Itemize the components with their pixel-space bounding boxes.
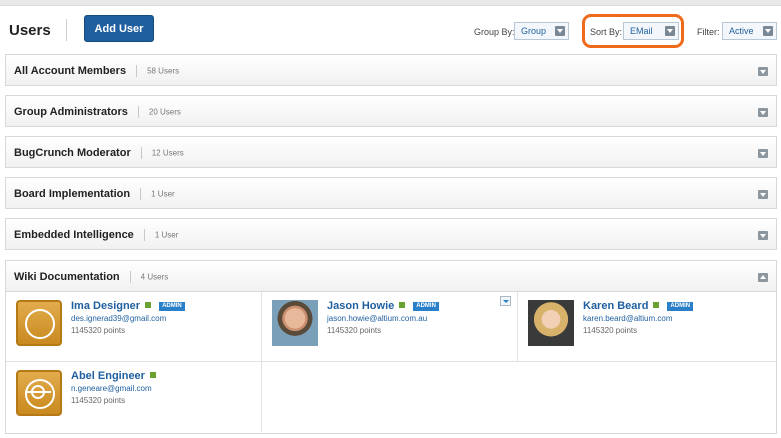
filter-label: Filter: (697, 27, 720, 37)
member-email[interactable]: jason.howie@altium.com.au (327, 314, 427, 323)
group-name: Embedded Intelligence (14, 229, 134, 241)
expand-icon[interactable] (758, 67, 768, 76)
group-divider (143, 229, 145, 242)
member-email[interactable]: karen.beard@altium.com (583, 314, 673, 323)
member-email[interactable]: des.ignerad39@gmail.com (71, 314, 166, 323)
group-count: 1 User (151, 189, 175, 199)
expand-icon[interactable] (758, 149, 768, 158)
filter-value: Active (729, 26, 754, 36)
group-divider (137, 106, 139, 119)
group-count: 1 User (154, 230, 179, 240)
sort-by-highlight (582, 14, 684, 48)
group-logo-icon (25, 379, 55, 409)
admin-badge: ADMIN (413, 302, 439, 311)
member-name[interactable]: Abel Engineer (71, 370, 145, 382)
group-row[interactable]: BugCrunch Moderator 12 Users (5, 136, 777, 168)
member-points: 1145320 points (71, 326, 126, 335)
page-header: Users Add User Group By: Group Sort By: … (0, 6, 781, 50)
member-card[interactable]: Karen Beard ADMIN karen.beard@altium.com … (518, 292, 776, 362)
group-count: 58 Users (147, 66, 180, 76)
expand-icon[interactable] (758, 190, 768, 199)
group-count: 12 Users (151, 148, 184, 158)
group-row-expanded[interactable]: Wiki Documentation 4 Users (5, 260, 777, 292)
group-divider (140, 147, 142, 160)
group-row[interactable]: All Account Members 58 Users (5, 54, 777, 86)
member-name[interactable]: Ima Designer (71, 300, 140, 312)
member-points: 1145320 points (327, 326, 382, 335)
group-logo-icon (25, 309, 55, 339)
group-divider (136, 65, 138, 78)
group-by-value: Group (521, 26, 547, 36)
admin-badge: ADMIN (667, 302, 694, 311)
avatar[interactable] (16, 300, 62, 346)
online-status-icon (653, 302, 660, 308)
member-card[interactable]: Jason Howie ADMIN jason.howie@altium.com.… (262, 292, 518, 362)
member-card[interactable]: Ima Designer ADMIN des.ignerad39@gmail.co… (6, 292, 262, 362)
group-divider (140, 188, 142, 201)
online-status-icon (399, 302, 406, 308)
member-points: 1145320 points (71, 396, 126, 405)
chevron-down-icon (763, 26, 773, 36)
member-name[interactable]: Jason Howie (327, 300, 394, 312)
group-name: Group Administrators (14, 106, 128, 118)
group-name: Board Implementation (14, 188, 131, 200)
title-divider (66, 19, 67, 41)
avatar[interactable] (272, 300, 318, 346)
avatar[interactable] (528, 300, 574, 346)
group-name: All Account Members (14, 65, 127, 77)
chevron-down-icon (555, 26, 565, 36)
group-name: BugCrunch Moderator (14, 147, 131, 159)
group-row[interactable]: Board Implementation 1 User (5, 177, 777, 209)
admin-badge: ADMIN (159, 302, 185, 311)
group-name: Wiki Documentation (14, 271, 120, 283)
group-row[interactable]: Group Administrators 20 Users (5, 95, 777, 127)
group-count: 4 Users (140, 272, 169, 282)
online-status-icon (145, 302, 152, 308)
member-points: 1145320 points (583, 326, 638, 335)
group-row[interactable]: Embedded Intelligence 1 User (5, 218, 777, 250)
filter-select[interactable]: Active (722, 22, 777, 40)
avatar[interactable] (16, 370, 62, 416)
page-title: Users (9, 22, 51, 39)
group-count: 20 Users (148, 107, 181, 117)
group-by-select[interactable]: Group (514, 22, 569, 40)
member-name[interactable]: Karen Beard (583, 300, 648, 312)
card-menu-chevron-icon[interactable] (500, 296, 511, 306)
member-grid: Ima Designer ADMIN des.ignerad39@gmail.co… (5, 292, 777, 434)
group-divider (129, 271, 131, 284)
member-card[interactable]: Abel Engineer n.geneare@gmail.com 114532… (6, 362, 262, 432)
online-status-icon (149, 372, 156, 378)
expand-icon[interactable] (758, 231, 768, 240)
group-by-label: Group By: (474, 27, 515, 37)
expand-icon[interactable] (758, 108, 768, 117)
collapse-icon[interactable] (758, 273, 768, 282)
member-email[interactable]: n.geneare@gmail.com (71, 384, 152, 393)
add-user-button[interactable]: Add User (84, 15, 154, 42)
